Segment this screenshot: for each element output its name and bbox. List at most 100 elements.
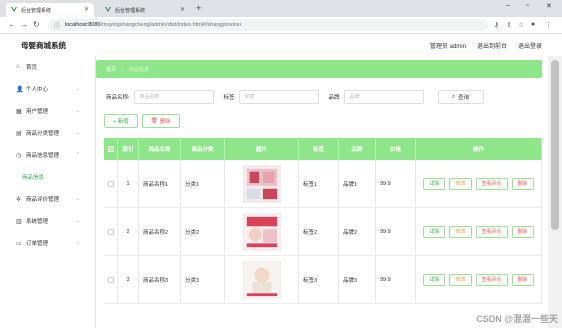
sidebar-item-personal-center[interactable]: 👤 个人中心 ⌄	[0, 78, 95, 100]
table-row: 3 商品名称3 分类3 标签3 品牌3 99.9 详情 修改 查看评论 删除	[104, 256, 542, 304]
minimize-icon[interactable]: –	[506, 2, 510, 9]
system-icon: ▥	[16, 218, 22, 225]
maximize-icon[interactable]: ▫	[526, 2, 528, 9]
tag-input[interactable]	[238, 90, 319, 104]
url-field[interactable]: ⓘ localhost:8080/muyingshangcheng/admin/…	[48, 19, 488, 31]
info-icon: ⓘ	[54, 23, 61, 30]
product-image	[242, 260, 281, 299]
chevron-down-icon: ⌄	[75, 218, 80, 224]
table-row: 1 商品名称1 分类1 标签1 品牌1 99.9 详情 修改 查看评论 删除	[104, 160, 542, 208]
reload-icon[interactable]: ↻	[33, 20, 40, 29]
view-reviews-button[interactable]: 查看评论	[475, 225, 508, 238]
window-close-icon[interactable]: ✕	[546, 2, 552, 10]
edit-button[interactable]: 修改	[449, 225, 472, 238]
sidebar: ⌂ 首页 👤 个人中心 ⌄ ▦ 用户管理 ⌄ ▤ 商品分类管理 ⌄ ◷ 商品信息…	[0, 56, 96, 328]
delete-button[interactable]: 删除	[511, 273, 534, 286]
exit-to-front-link[interactable]: 退出到前台	[477, 41, 507, 50]
browser-tab-1[interactable]: 后台管理系统 ✕	[6, 3, 94, 17]
chevron-down-icon: ⌄	[75, 240, 80, 246]
star-icon: ✲	[16, 196, 22, 203]
sidebar-item-system-management[interactable]: ▥ 系统管理 ⌄	[0, 210, 95, 232]
select-all-checkbox[interactable]	[104, 138, 118, 160]
column-header: 操作	[416, 138, 542, 160]
add-button[interactable]: + 新增	[104, 114, 138, 128]
vue-logo-icon	[105, 7, 111, 13]
app-title: 母婴商城系统	[21, 41, 66, 50]
key-icon[interactable]: ⚷	[494, 21, 499, 29]
sidebar-item-product-info[interactable]: 商品信息	[0, 166, 95, 188]
chevron-down-icon: ⌄	[75, 86, 80, 92]
product-table: 索引 商品名称 商品分类 图片 标签 品牌 价格 操作 1 商品名称1 分类1	[104, 138, 542, 304]
new-tab-button[interactable]: +	[196, 3, 201, 13]
chevron-down-icon: ⌄	[75, 196, 80, 202]
column-header: 商品分类	[181, 138, 225, 160]
star-icon[interactable]: ☆	[518, 21, 524, 29]
sidebar-item-user-management[interactable]: ▦ 用户管理 ⌄	[0, 100, 95, 122]
delete-button[interactable]: 删除	[511, 177, 534, 190]
search-icon: ⌕	[452, 93, 456, 100]
trash-icon: 🗑	[150, 118, 158, 124]
vertical-scrollbar[interactable]	[548, 56, 562, 328]
order-icon: ▭	[16, 240, 22, 247]
close-tab-icon[interactable]: ✕	[84, 6, 89, 13]
breadcrumb-current: 商品信息	[129, 66, 150, 73]
view-reviews-button[interactable]: 查看评论	[475, 177, 508, 190]
brand-input[interactable]	[343, 90, 424, 104]
profile-icon[interactable]: ●	[531, 21, 535, 28]
batch-delete-button[interactable]: 🗑 删除	[141, 114, 180, 128]
info-circle-icon: ◷	[16, 152, 22, 159]
row-checkbox[interactable]	[107, 180, 114, 187]
edit-button[interactable]: 修改	[449, 177, 472, 190]
product-name-input[interactable]	[133, 90, 214, 104]
user-icon: 👤	[16, 86, 24, 93]
detail-button[interactable]: 详情	[423, 225, 446, 238]
column-header: 价格	[376, 138, 416, 160]
tag-label: 标签	[223, 95, 235, 101]
breadcrumb: 首页 → 商品信息	[96, 60, 542, 78]
product-image	[242, 212, 281, 251]
sidebar-item-category-management[interactable]: ▤ 商品分类管理 ⌄	[0, 122, 95, 144]
view-reviews-button[interactable]: 查看评论	[475, 273, 508, 286]
sidebar-item-order-management[interactable]: ▭ 订单管理 ⌄	[0, 232, 95, 254]
watermark: CSDN @混混一些天	[476, 314, 558, 324]
share-icon[interactable]: ⇪	[506, 21, 512, 29]
table-icon: ▤	[16, 130, 22, 137]
search-bar: 商品名称: 标签 品牌 ⌕ 查询	[106, 90, 484, 104]
breadcrumb-home[interactable]: 首页	[106, 66, 116, 73]
logout-link[interactable]: 退出登录	[518, 41, 542, 50]
delete-button[interactable]: 删除	[511, 225, 534, 238]
chevron-down-icon: ⌄	[75, 108, 80, 114]
column-header: 标签	[299, 138, 339, 160]
scrollbar-thumb[interactable]	[551, 60, 559, 230]
sidebar-item-product-management[interactable]: ◷ 商品信息管理 ⌃	[0, 144, 95, 166]
menu-dots-icon[interactable]: ⋮	[545, 21, 552, 29]
browser-tab-bar: 后台管理系统 ✕ 后台管理系统 ✕ + – ▫ ✕	[0, 0, 562, 17]
row-checkbox[interactable]	[107, 276, 114, 283]
column-header: 图片	[225, 138, 299, 160]
main-content: 首页 → 商品信息 商品名称: 标签 品牌 ⌕ 查询 + 新增 🗑 删除 索引 …	[96, 56, 548, 328]
sidebar-item-review-management[interactable]: ✲ 商品评价管理 ⌄	[0, 188, 95, 210]
table-row: 2 商品名称2 分类2 标签2 品牌2 99.9 详情 修改 查看评论 删除	[104, 208, 542, 256]
column-header: 索引	[118, 138, 139, 160]
edit-button[interactable]: 修改	[449, 273, 472, 286]
sidebar-item-home[interactable]: ⌂ 首页	[0, 56, 95, 78]
chevron-up-icon: ⌃	[75, 152, 80, 158]
address-bar-row: ← → ↻ ⓘ localhost:8080/muyingshangcheng/…	[0, 17, 562, 34]
brand-label: 品牌	[328, 95, 340, 101]
table-header: 索引 商品名称 商品分类 图片 标签 品牌 价格 操作	[104, 138, 542, 160]
browser-tab-2[interactable]: 后台管理系统 ✕	[100, 3, 190, 17]
back-icon[interactable]: ←	[8, 20, 16, 29]
current-user: 管理员 admin	[429, 44, 466, 50]
detail-button[interactable]: 详情	[423, 273, 446, 286]
row-checkbox[interactable]	[107, 228, 114, 235]
forward-icon[interactable]: →	[20, 20, 28, 29]
column-header: 品牌	[339, 138, 376, 160]
close-tab-icon[interactable]: ✕	[180, 6, 185, 13]
detail-button[interactable]: 详情	[423, 177, 446, 190]
home-icon: ⌂	[16, 64, 20, 70]
query-button[interactable]: ⌕ 查询	[437, 90, 484, 104]
vue-logo-icon	[11, 7, 17, 13]
app-header: 母婴商城系统 管理员 admin 退出到前台 退出登录	[0, 34, 548, 56]
product-image	[242, 164, 281, 203]
chevron-down-icon: ⌄	[75, 130, 80, 136]
